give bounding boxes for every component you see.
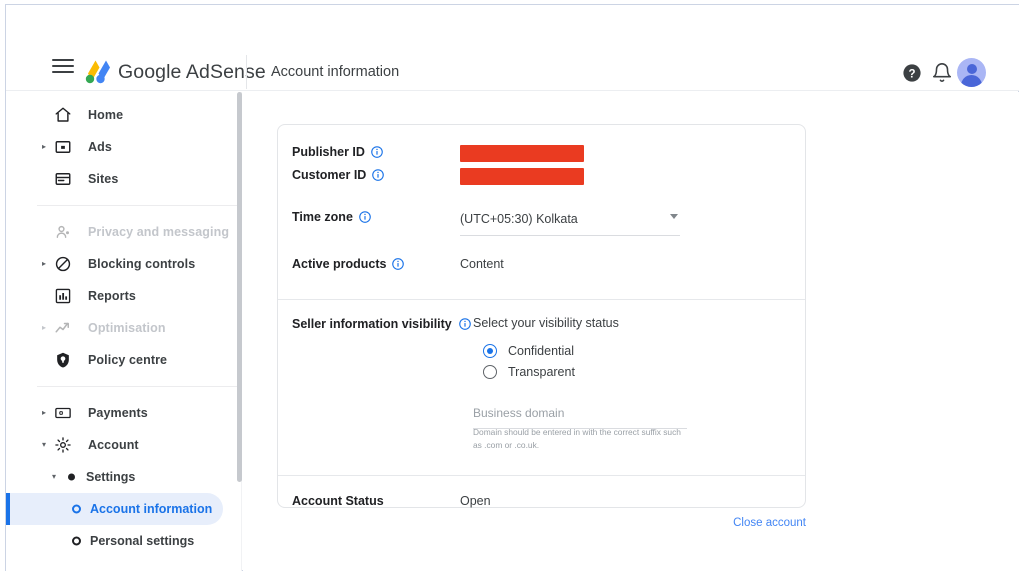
row-time-zone: Time zone (UTC+05:30) Kolkata <box>278 210 805 257</box>
label-account-status: Account Status <box>292 494 384 508</box>
chevron-down-icon <box>670 214 678 219</box>
sidebar-item-account[interactable]: ▾ Account <box>6 429 241 461</box>
sidebar-item-policy-centre[interactable]: Policy centre <box>6 344 241 376</box>
label-customer-id: Customer ID <box>278 168 460 182</box>
header-divider <box>246 55 247 89</box>
sidebar-item-payments[interactable]: ▸ Payments <box>6 397 241 429</box>
shield-icon <box>54 351 72 369</box>
business-domain-placeholder: Business domain <box>473 406 565 420</box>
dot-icon <box>68 473 75 481</box>
chevron-right-icon: ▸ <box>42 408 47 417</box>
gear-icon <box>54 436 72 454</box>
sidebar-item-privacy-and-messaging[interactable]: Privacy and messaging <box>6 216 241 248</box>
radio-unselected-icon <box>483 365 497 379</box>
card-section-identity: Publisher ID Customer ID Time zone (UTC+… <box>278 125 805 299</box>
sidebar-leaf-label: Personal settings <box>90 534 195 548</box>
sites-icon <box>54 170 72 188</box>
chevron-down-icon: ▾ <box>42 440 47 449</box>
chevron-right-icon: ▸ <box>42 323 47 332</box>
chevron-right-icon: ▸ <box>42 142 47 151</box>
radio-confidential[interactable]: Confidential <box>483 344 574 358</box>
page-title: Account information <box>271 64 400 80</box>
person-privacy-icon <box>54 223 72 241</box>
sidebar-divider-2 <box>37 386 237 387</box>
label-active-products: Active products <box>278 257 460 271</box>
publisher-id-redacted-value <box>460 145 584 162</box>
sidebar: Home ▸ Ads Sites Privacy and messaging ▸… <box>6 92 242 571</box>
sidebar-item-sites[interactable]: Sites <box>6 163 241 195</box>
ads-icon <box>54 138 72 156</box>
radio-transparent-label: Transparent <box>508 365 575 379</box>
radio-confidential-label: Confidential <box>508 344 575 358</box>
label-seller-information-visibility: Seller information visibility <box>292 317 471 331</box>
radio-selected-icon <box>483 344 497 358</box>
close-account-link[interactable]: Close account <box>277 517 806 529</box>
account-information-card: Publisher ID Customer ID Time zone (UTC+… <box>277 124 806 508</box>
payments-icon <box>54 404 72 422</box>
info-icon[interactable] <box>359 211 371 223</box>
customer-id-redacted-value <box>460 168 584 185</box>
info-icon[interactable] <box>458 318 471 330</box>
time-zone-select[interactable]: (UTC+05:30) Kolkata <box>460 210 680 236</box>
sidebar-label: Ads <box>88 140 112 154</box>
app-header: Google AdSense Account information ? <box>6 5 1019 91</box>
active-products-value: Content <box>460 257 504 271</box>
radio-transparent[interactable]: Transparent <box>483 365 575 379</box>
svg-text:?: ? <box>908 68 915 80</box>
sidebar-label: Policy centre <box>88 353 168 367</box>
chevron-right-icon: ▸ <box>42 259 47 268</box>
adsense-logo-icon <box>84 59 118 85</box>
business-domain-hint: Domain should be entered in with the cor… <box>473 427 681 450</box>
sidebar-label: Payments <box>88 406 148 420</box>
avatar[interactable] <box>957 58 986 87</box>
sidebar-leaf-label: Account information <box>90 502 213 516</box>
sidebar-label: Home <box>88 108 124 122</box>
sidebar-label: Sites <box>88 172 119 186</box>
main-content: Publisher ID Customer ID Time zone (UTC+… <box>243 92 1019 571</box>
sidebar-sublabel: Settings <box>86 470 136 484</box>
help-icon[interactable]: ? <box>901 62 923 84</box>
avatar-head <box>966 63 977 74</box>
sidebar-item-reports[interactable]: Reports <box>6 280 241 312</box>
account-status-value: Open <box>460 494 491 508</box>
sidebar-item-personal-settings[interactable]: Personal settings <box>6 525 223 557</box>
card-section-seller-visibility: Seller information visibility Select you… <box>278 300 805 475</box>
sidebar-item-account-information[interactable]: Account information <box>6 493 223 525</box>
home-icon <box>54 106 72 124</box>
time-zone-value: (UTC+05:30) Kolkata <box>460 212 578 226</box>
sidebar-label: Optimisation <box>88 321 166 335</box>
avatar-body <box>961 75 982 87</box>
sidebar-item-ads[interactable]: ▸ Ads <box>6 131 241 163</box>
sidebar-subitem-settings[interactable]: ▾ Settings <box>6 461 241 493</box>
chevron-down-icon: ▾ <box>52 472 57 481</box>
sidebar-item-blocking-controls[interactable]: ▸ Blocking controls <box>6 248 241 280</box>
trending-up-icon <box>54 319 72 337</box>
sidebar-item-optimisation[interactable]: ▸ Optimisation <box>6 312 241 344</box>
label-time-zone: Time zone <box>278 210 460 224</box>
row-publisher-id: Publisher ID <box>278 125 805 168</box>
hamburger-icon[interactable] <box>52 57 74 75</box>
circle-outline-icon <box>72 536 81 546</box>
info-icon[interactable] <box>371 146 383 158</box>
sidebar-item-home[interactable]: Home <box>6 99 241 131</box>
info-icon[interactable] <box>392 258 405 270</box>
sidebar-label: Privacy and messaging <box>88 225 230 239</box>
row-active-products: Active products Content <box>278 257 805 299</box>
sidebar-label: Account <box>88 438 139 452</box>
row-customer-id: Customer ID <box>278 168 805 210</box>
brand-title: Google AdSense <box>118 61 266 83</box>
app-frame: Google AdSense Account information ? Hom… <box>5 4 1019 571</box>
sidebar-divider-1 <box>37 205 237 206</box>
reports-icon <box>54 287 72 305</box>
info-icon[interactable] <box>372 169 385 181</box>
block-icon <box>54 255 72 273</box>
sidebar-label: Blocking controls <box>88 257 196 271</box>
sidebar-label: Reports <box>88 289 136 303</box>
label-publisher-id: Publisher ID <box>278 145 460 159</box>
visibility-status-heading: Select your visibility status <box>473 316 619 330</box>
bell-icon[interactable] <box>931 62 953 84</box>
circle-outline-icon <box>72 504 81 514</box>
